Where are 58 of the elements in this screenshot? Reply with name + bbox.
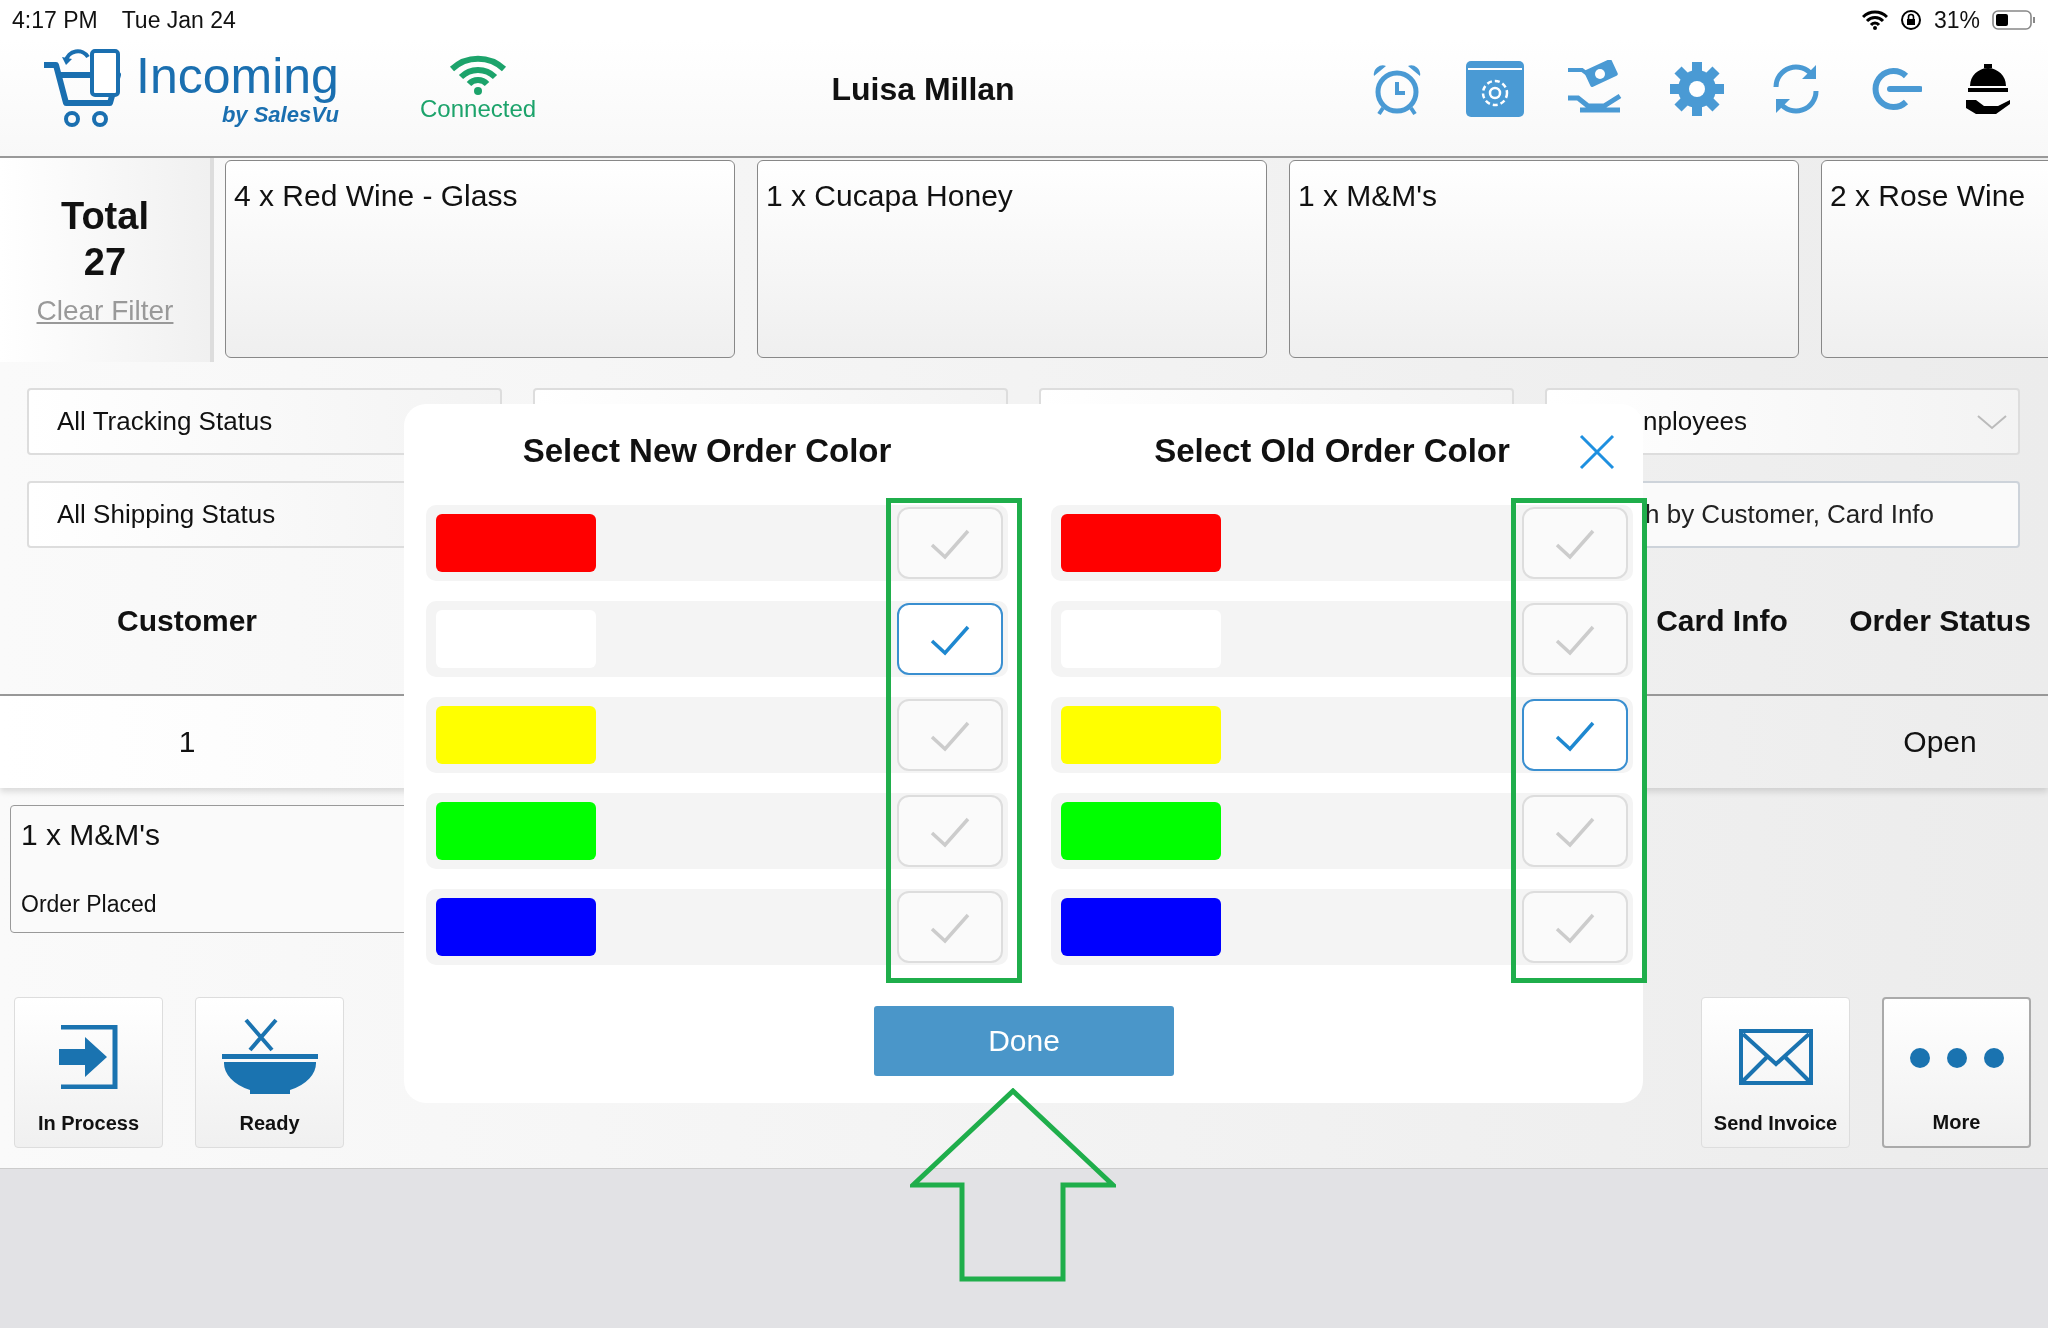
dropdown-value: All Shipping Status — [57, 499, 276, 530]
color-option[interactable] — [426, 601, 1008, 677]
order-item: 4 x Red Wine - Glass — [234, 179, 518, 212]
color-option[interactable] — [426, 889, 1008, 965]
order-card[interactable]: 1 x Cucapa Honey — [757, 160, 1267, 358]
wifi-icon — [1861, 10, 1888, 30]
order-status: Order Placed — [21, 891, 158, 918]
checkbox[interactable] — [1522, 699, 1628, 771]
dropdown-value: nployees — [1643, 406, 1748, 437]
order-item: 1 x M&M's — [21, 818, 162, 852]
action-button[interactable]: Send Invoice — [1701, 997, 1850, 1148]
color-option[interactable] — [1051, 793, 1633, 869]
order-card[interactable]: 2 x Rose Wine — [1821, 160, 2048, 358]
action-button[interactable]: In Process — [14, 997, 163, 1148]
dialog-title: Select New Order Color — [522, 432, 892, 470]
color-option[interactable] — [1051, 601, 1633, 677]
table-cell-text: Open — [1902, 725, 1978, 759]
column-header: Card Info — [1655, 604, 1789, 638]
order-item: 1 x Cucapa Honey — [766, 179, 1013, 212]
color-option[interactable] — [1051, 697, 1633, 773]
envelope-icon — [1738, 1029, 1813, 1085]
more-icon — [1908, 1047, 2005, 1069]
app-name: Incoming — [136, 50, 339, 102]
action-button[interactable]: Ready — [195, 997, 344, 1148]
table-cell-text: 1 — [177, 725, 197, 759]
color-option[interactable] — [426, 697, 1008, 773]
color-option[interactable] — [1051, 889, 1633, 965]
chevron-down-icon — [1976, 413, 2008, 430]
checkbox[interactable] — [897, 603, 1003, 675]
order-card[interactable]: 1 x M&M's — [1289, 160, 1799, 358]
battery-percentage: 31% — [1933, 6, 1980, 34]
bowl-icon — [219, 1018, 320, 1096]
user-name: Luisa Millan — [830, 70, 1016, 108]
rotation-lock-icon — [1899, 9, 1922, 31]
total-label: Total — [61, 194, 149, 239]
order-card[interactable]: 4 x Red Wine - Glass — [225, 160, 735, 358]
order-item: 2 x Rose Wine — [1830, 179, 2026, 212]
color-option[interactable] — [426, 793, 1008, 869]
color-option[interactable] — [1051, 505, 1633, 581]
action-button[interactable]: More — [1882, 997, 2031, 1148]
dialog-title: Select Old Order Color — [1154, 432, 1510, 470]
app-byline: by SalesVu — [221, 102, 339, 128]
enter-arrow-icon — [56, 1025, 121, 1089]
settings-box-icon[interactable] — [1466, 61, 1524, 117]
settings-icon[interactable] — [1668, 60, 1726, 118]
connection-status: Connected — [420, 95, 537, 123]
total-count: 27 — [83, 240, 127, 285]
column-header: Customer — [116, 604, 258, 638]
service-bell-icon[interactable] — [1964, 62, 2012, 116]
dropdown-value: All Tracking Status — [57, 406, 273, 437]
battery-icon — [1992, 9, 2036, 31]
status-time: 4:17 PM — [12, 6, 98, 34]
column-header: Order Status — [1848, 604, 2032, 638]
wifi-icon — [448, 55, 509, 95]
close-button[interactable] — [1579, 434, 1615, 470]
status-date: Tue Jan 24 — [121, 6, 236, 34]
color-option[interactable] — [426, 505, 1008, 581]
order-item: 1 x M&M's — [1298, 179, 1438, 212]
